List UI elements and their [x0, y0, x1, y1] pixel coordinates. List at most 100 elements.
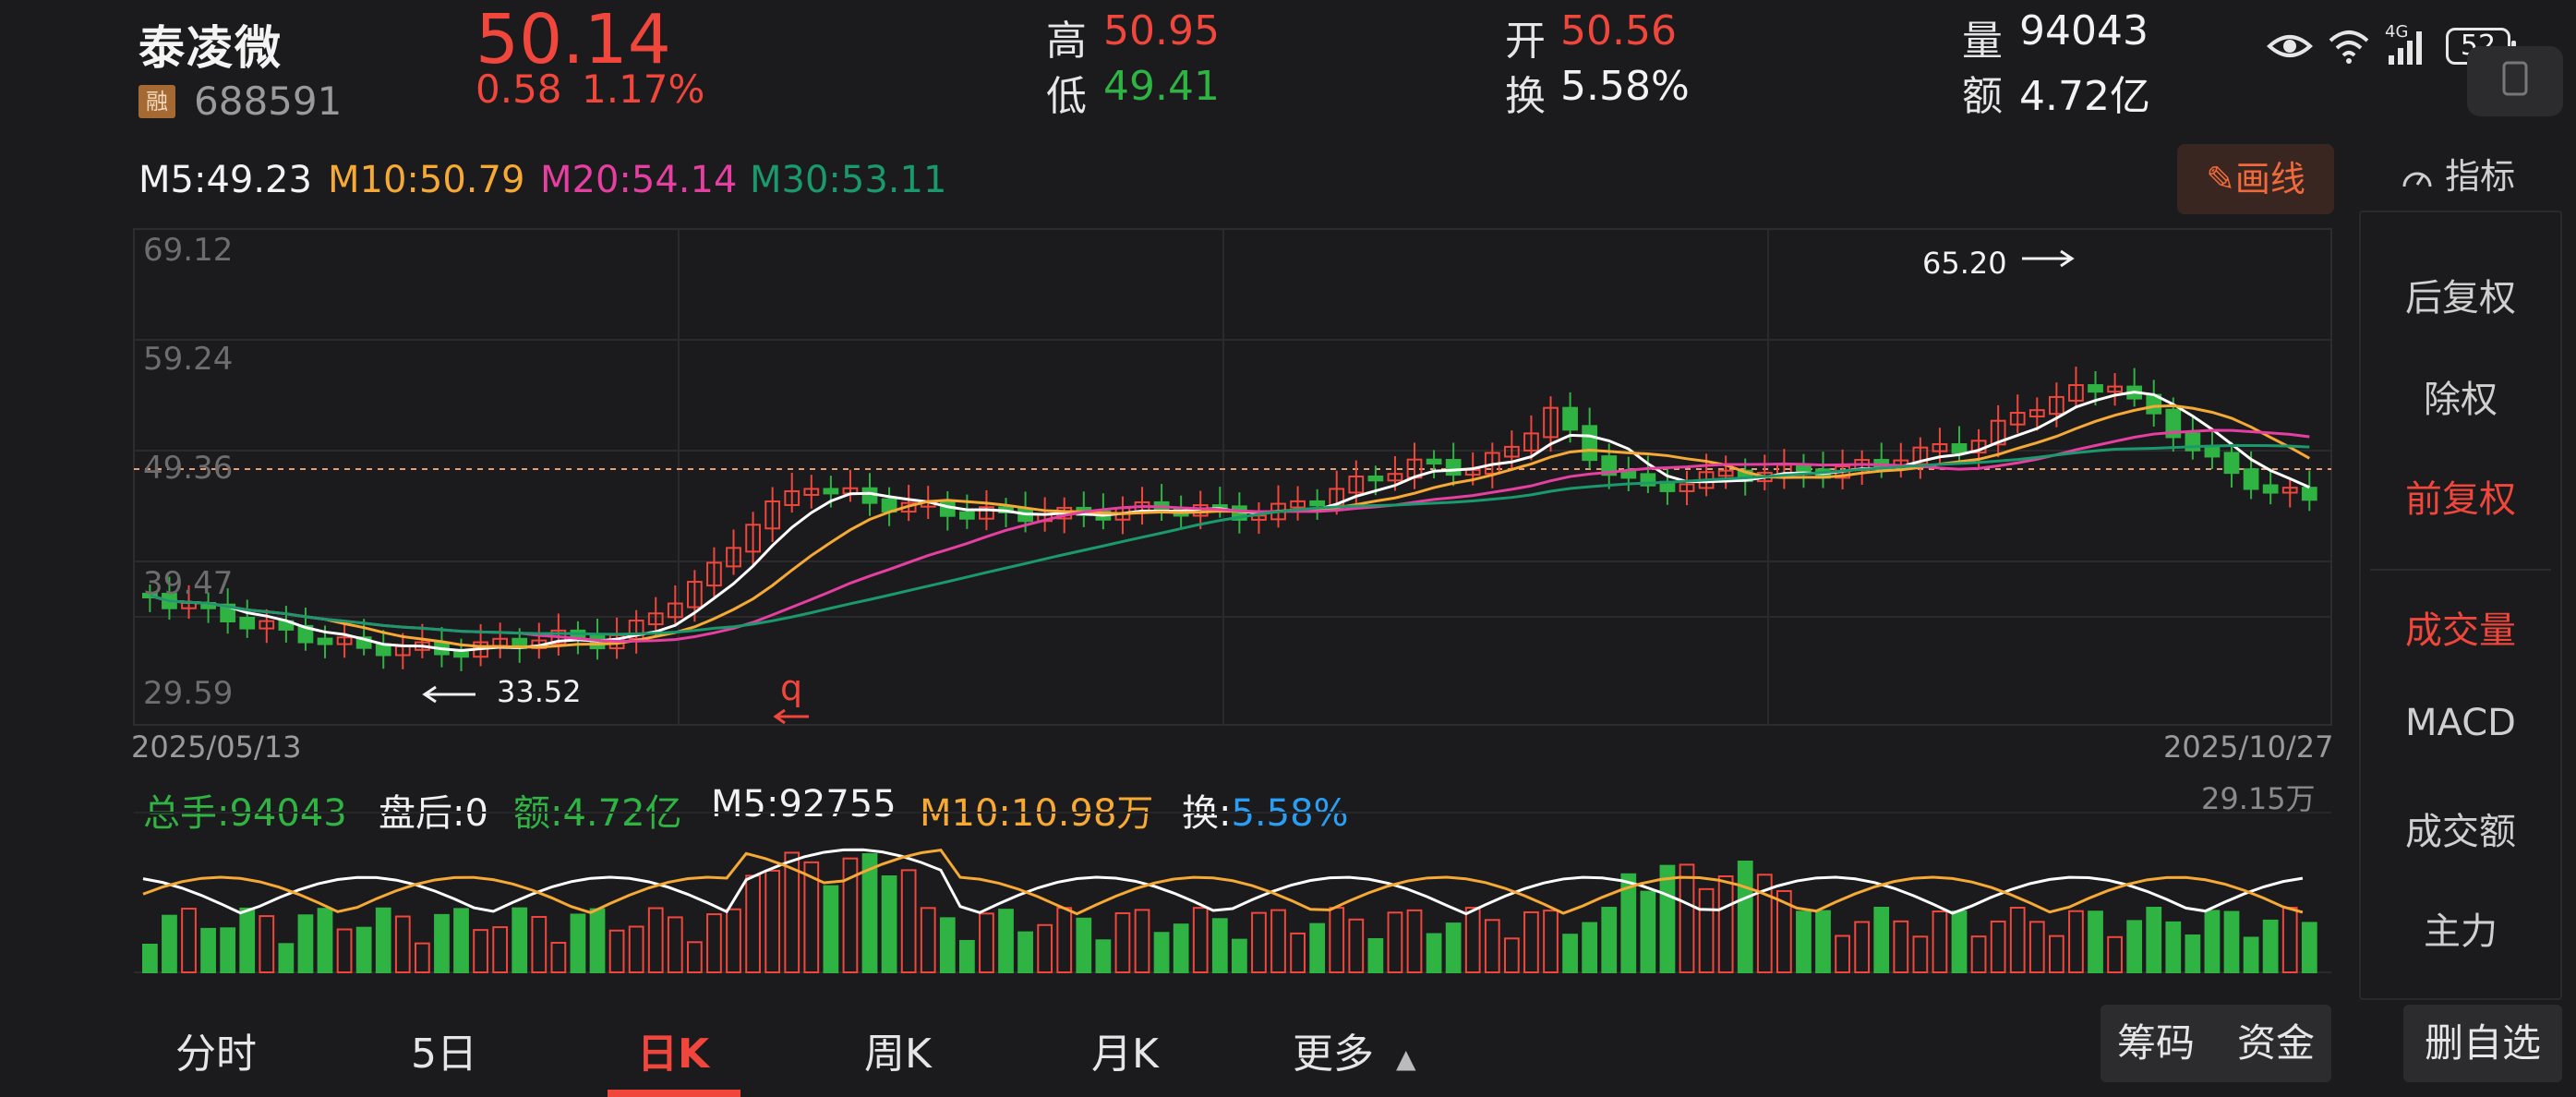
volume-bar: [1543, 910, 1559, 974]
volume-bar: [1211, 918, 1228, 974]
volume-bar: [1445, 922, 1462, 973]
wifi-icon: [2329, 30, 2369, 64]
volume-bar: [200, 927, 216, 973]
event-marker[interactable]: q: [780, 668, 802, 708]
volume-bar: [142, 944, 158, 973]
side-item-main-force[interactable]: 主力: [2361, 901, 2560, 955]
volume-bar: [415, 942, 430, 973]
tab-5day[interactable]: 5日: [411, 1020, 477, 1079]
volume-bar: [667, 916, 683, 974]
caret-up-icon: ▲: [1396, 1043, 1416, 1074]
volume-bar: [512, 907, 528, 974]
volume-bar: [706, 913, 722, 973]
candle-body: [1562, 406, 1578, 431]
volume-bar: [1153, 932, 1170, 974]
tab-weekly-k[interactable]: 周K: [864, 1020, 932, 1079]
vol-ma5-line: [142, 848, 2304, 916]
volume-bar: [998, 909, 1014, 973]
kline-chart[interactable]: 69.12 59.24 49.36 39.47 29.59 2025/05/13…: [0, 222, 2345, 776]
turnover-value: 5.58%: [1560, 63, 1690, 110]
y-tick-label: 59.24: [143, 341, 233, 378]
candle-body: [239, 617, 256, 630]
floating-window-button[interactable]: [2467, 46, 2563, 116]
volume-bar: [434, 913, 450, 973]
volume-bar: [1717, 875, 1734, 973]
open-value: 50.56: [1560, 7, 1677, 54]
volume-bar: [2126, 920, 2143, 973]
volume-bar: [1659, 864, 1676, 973]
candle-body: [2223, 452, 2240, 475]
volume-bar: [394, 915, 411, 974]
volume-bar: [278, 943, 295, 973]
volume-bar: [608, 929, 625, 974]
volume-bar: [2281, 907, 2298, 973]
side-item-ex-rights[interactable]: 除权: [2361, 369, 2560, 423]
volume-bar: [1640, 890, 1656, 973]
volume-bar: [2009, 907, 2026, 973]
candle-body: [2088, 384, 2103, 393]
tab-daily-k[interactable]: 日K: [637, 1020, 709, 1079]
volume-bar: [453, 908, 469, 973]
side-divider: [2370, 569, 2551, 571]
volume-bar: [1873, 907, 1890, 974]
volume-bar: [881, 875, 897, 973]
volume-bar: [764, 869, 781, 973]
volume-bar: [2068, 910, 2084, 973]
side-item-amount[interactable]: 成交额: [2361, 802, 2560, 855]
side-item-macd[interactable]: MACD: [2361, 702, 2560, 744]
volume-bar: [726, 908, 741, 973]
side-item-pre-adjusted[interactable]: 前复权: [2361, 469, 2560, 523]
volume-bar: [1523, 910, 1539, 973]
volume-bar: [1309, 922, 1326, 973]
volume-bar: [823, 885, 839, 973]
volume-bar: [1134, 909, 1150, 973]
period-tab-bar: 分时 5日 日K 周K 月K 更多 ▲: [0, 1002, 1477, 1097]
volume-bar: [1406, 909, 1423, 973]
tab-more[interactable]: 更多 ▲: [1293, 1020, 1416, 1079]
window-icon: [2502, 61, 2528, 96]
volume-bar: [1601, 907, 1618, 973]
tab-more-label: 更多: [1293, 1031, 1374, 1078]
tab-monthly-k[interactable]: 月K: [1091, 1020, 1159, 1079]
y-tick-label: 49.36: [143, 450, 233, 487]
remove-watchlist-button[interactable]: 删自选: [2403, 1005, 2562, 1082]
volume-bar: [687, 941, 703, 973]
margin-badge: 融: [138, 85, 175, 118]
volume-bar: [1912, 935, 1929, 973]
volume-bar: [1835, 934, 1850, 973]
volume-bar: [647, 907, 664, 973]
side-item-volume[interactable]: 成交量: [2361, 600, 2560, 654]
volume-bar: [1951, 910, 1968, 973]
open-label: 开: [1505, 18, 1546, 65]
draw-line-button[interactable]: ✎画线: [2177, 144, 2334, 214]
candle-body: [1620, 470, 1637, 479]
volume-max-label: 29.15万: [2201, 781, 2316, 816]
indicator-button[interactable]: 指标: [2401, 148, 2515, 199]
side-item-post-adjusted[interactable]: 后复权: [2361, 268, 2560, 321]
volume-bar: [355, 926, 372, 973]
volume-bar: [1192, 907, 1209, 973]
volume-chart[interactable]: 29.15万: [0, 776, 2345, 979]
draw-line-label: 画线: [2234, 159, 2305, 199]
candle-body: [1426, 458, 1442, 465]
active-tab-indicator: [608, 1090, 740, 1097]
price-change: 0.58: [475, 66, 562, 112]
price-change-percent: 1.17%: [582, 66, 705, 112]
candle-body: [1309, 500, 1326, 507]
volume-bar: [900, 869, 917, 973]
chips-button[interactable]: 筹码: [2117, 1020, 2195, 1066]
volume-bar: [1114, 911, 1131, 973]
low-value: 49.41: [1103, 63, 1220, 110]
volume-bar: [745, 874, 761, 973]
volume-value: 94043: [2019, 7, 2149, 54]
tab-intraday[interactable]: 分时: [175, 1020, 257, 1079]
ma30-line: [149, 443, 2310, 636]
volume-bar: [1970, 935, 1987, 974]
ma20-legend: M20:54.14: [540, 159, 738, 201]
volume-bar: [1698, 887, 1715, 973]
funds-button[interactable]: 资金: [2237, 1020, 2315, 1066]
candle-body: [959, 511, 975, 520]
volume-bar: [1076, 917, 1092, 973]
low-arrow-icon: [422, 685, 475, 704]
volume-bar: [1484, 919, 1500, 973]
